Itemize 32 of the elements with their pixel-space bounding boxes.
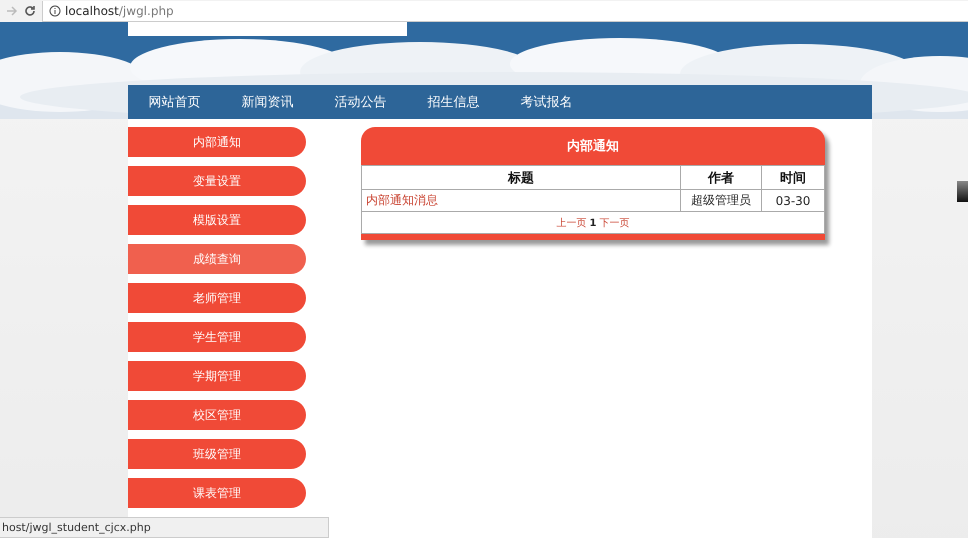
nav-link[interactable]: 招生信息 bbox=[407, 93, 500, 111]
prev-page-link[interactable]: 上一页 bbox=[556, 218, 587, 228]
next-page-link[interactable]: 下一页 bbox=[599, 218, 630, 228]
column-header: 标题 bbox=[362, 166, 680, 190]
reload-icon[interactable] bbox=[24, 5, 36, 17]
nav-link[interactable]: 网站首页 bbox=[128, 93, 221, 111]
table-cell: 超级管理员 bbox=[680, 190, 762, 212]
sidebar-item[interactable]: 学生管理 bbox=[128, 322, 306, 352]
sidebar-item[interactable]: 学期管理 bbox=[128, 361, 306, 391]
sidebar-item[interactable]: 内部通知 bbox=[128, 127, 306, 157]
sidebar-item[interactable]: 成绩查询 bbox=[128, 244, 306, 274]
table-cell: 03-30 bbox=[762, 190, 824, 212]
panel-title: 内部通知 bbox=[566, 138, 620, 156]
notice-link[interactable]: 内部通知消息 bbox=[366, 193, 438, 207]
address-bar[interactable]: localhost/jwgl.php bbox=[42, 0, 968, 22]
url-path: /jwgl.php bbox=[118, 4, 174, 18]
nav-link[interactable]: 活动公告 bbox=[314, 93, 407, 111]
column-header: 时间 bbox=[762, 166, 824, 190]
status-url: host/jwgl_student_cjcx.php bbox=[0, 517, 329, 538]
sidebar-item[interactable]: 变量设置 bbox=[128, 166, 306, 196]
url-host: localhost bbox=[65, 4, 119, 18]
nav-link[interactable]: 新闻资讯 bbox=[221, 93, 314, 111]
nav-link[interactable]: 考试报名 bbox=[500, 93, 593, 111]
column-header: 作者 bbox=[680, 166, 762, 190]
info-icon[interactable] bbox=[49, 4, 61, 16]
side-tab[interactable] bbox=[957, 181, 968, 202]
sidebar-item[interactable]: 老师管理 bbox=[128, 283, 306, 313]
sidebar-item[interactable]: 模版设置 bbox=[128, 205, 306, 235]
sidebar-item[interactable]: 校区管理 bbox=[128, 400, 306, 430]
sidebar-item[interactable]: 课表管理 bbox=[128, 478, 306, 508]
page-number: 1 bbox=[590, 218, 596, 228]
sidebar-item[interactable]: 班级管理 bbox=[128, 439, 306, 469]
